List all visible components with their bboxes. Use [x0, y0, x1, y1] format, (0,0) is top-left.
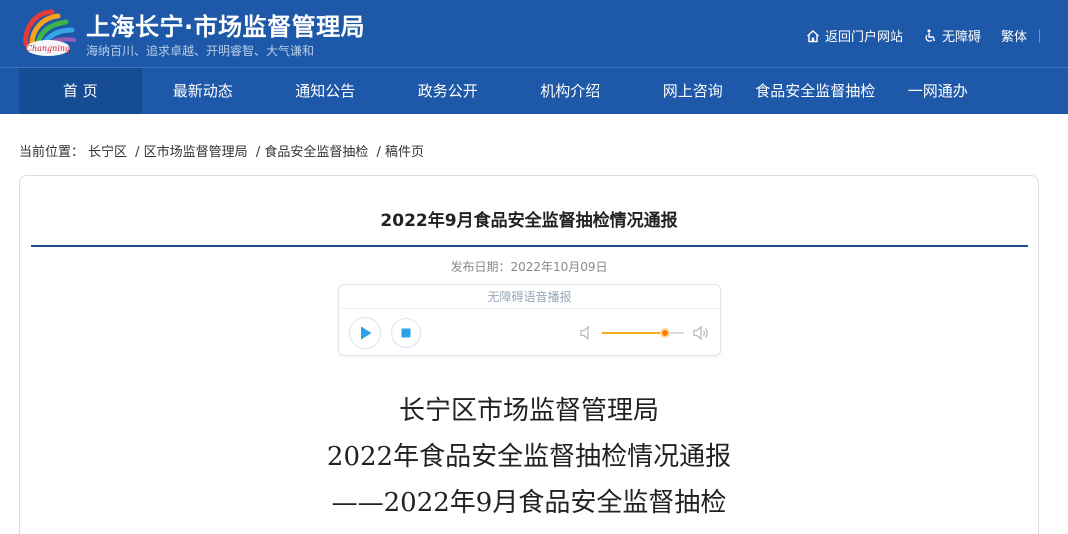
nav-item-consult[interactable]: 网上咨询	[632, 68, 755, 114]
site-slogan: 海纳百川、追求卓越、开明睿智、大气谦和	[86, 44, 315, 58]
nav-item-home[interactable]: 首 页	[19, 68, 142, 114]
portal-link-label: 返回门户网站	[824, 30, 903, 45]
breadcrumb-item-bureau[interactable]: / 区市场监督管理局	[135, 145, 248, 160]
top-links: 返回门户网站 无障碍 繁体	[806, 26, 1040, 45]
traditional-chinese-link[interactable]: 繁体	[1001, 26, 1027, 45]
main-nav: 首 页 最新动态 通知公告 政务公开 机构介绍 网上咨询 食品安全监督抽检 一网…	[0, 67, 1068, 114]
breadcrumb: 当前位置： 长宁区 / 区市场监督管理局 / 食品安全监督抽检 / 稿件页	[19, 141, 428, 160]
accessibility-link[interactable]: 无障碍	[923, 26, 981, 45]
player-label: 无障碍语音播报	[339, 285, 720, 309]
portal-link[interactable]: 返回门户网站	[806, 26, 903, 45]
volume-fill	[602, 332, 666, 334]
publish-date: 发布日期：2022年10月09日	[450, 260, 608, 274]
breadcrumb-item-changning[interactable]: 长宁区	[88, 145, 127, 160]
nav-item-news[interactable]: 最新动态	[142, 68, 265, 114]
nav-item-notices[interactable]: 通知公告	[264, 68, 387, 114]
site-title[interactable]: 上海长宁·市场监督管理局	[86, 7, 365, 42]
site-header: Changning 上海长宁·市场监督管理局 海纳百川、追求卓越、开明睿智、大气…	[0, 0, 1068, 67]
wheelchair-icon	[925, 29, 936, 42]
volume-high-icon[interactable]	[692, 325, 710, 341]
svg-text:Changning: Changning	[26, 44, 70, 53]
document-heading-line: ——2022年9月食品安全监督抽检	[331, 488, 727, 518]
volume-slider[interactable]	[602, 328, 684, 338]
nav-item-food-inspection[interactable]: 食品安全监督抽检	[754, 68, 877, 114]
divider	[1039, 28, 1040, 43]
document-heading-line: 长宁区市场监督管理局	[398, 396, 659, 426]
document-heading-line: 2022年食品安全监督抽检情况通报	[326, 442, 732, 472]
play-button[interactable]	[349, 317, 381, 349]
stop-button[interactable]	[391, 318, 421, 348]
nav-item-gov-affairs[interactable]: 政务公开	[387, 68, 510, 114]
nav-item-about[interactable]: 机构介绍	[509, 68, 632, 114]
nav-item-one-stop[interactable]: 一网通办	[877, 68, 1000, 114]
audio-player: 无障碍语音播报	[338, 284, 721, 356]
accessibility-link-label: 无障碍	[941, 30, 981, 45]
breadcrumb-prefix: 当前位置：	[19, 145, 85, 160]
play-icon	[361, 326, 372, 340]
volume-low-icon[interactable]	[579, 325, 593, 341]
title-divider	[31, 245, 1028, 247]
breadcrumb-item-current: / 稿件页	[376, 145, 424, 160]
volume-knob[interactable]	[660, 328, 671, 338]
article-card: 2022年9月食品安全监督抽检情况通报 发布日期：2022年10月09日 无障碍…	[19, 175, 1039, 534]
article-title: 2022年9月食品安全监督抽检情况通报	[380, 211, 678, 231]
changning-logo-icon[interactable]: Changning	[18, 4, 78, 60]
home-icon	[806, 29, 819, 42]
stop-icon	[401, 328, 411, 338]
traditional-chinese-label: 繁体	[1000, 30, 1027, 45]
breadcrumb-item-food-inspection[interactable]: / 食品安全监督抽检	[256, 145, 369, 160]
document-heading: 长宁区市场监督管理局 2022年食品安全监督抽检情况通报 ——2022年9月食品…	[20, 388, 1038, 526]
